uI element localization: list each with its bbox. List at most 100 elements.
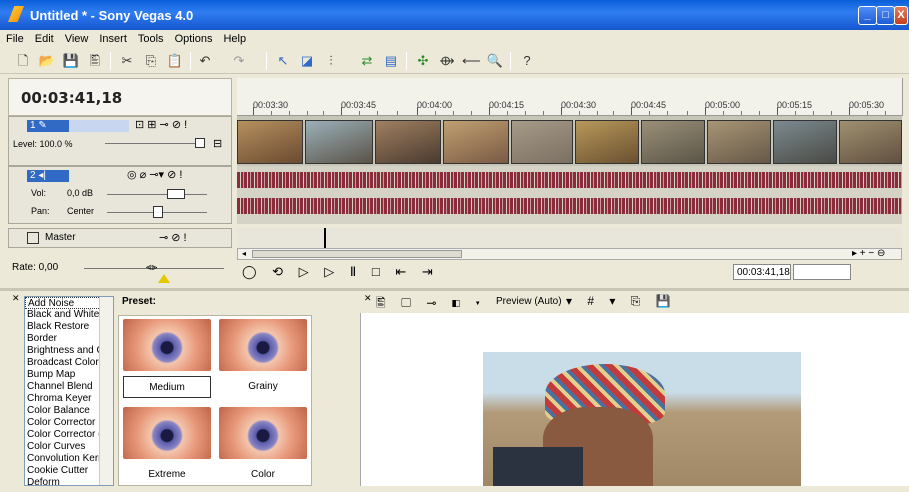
composite-mode-icon[interactable]: ⊟ xyxy=(213,137,222,150)
preview-quality-dropdown[interactable]: Preview (Auto) xyxy=(496,296,562,307)
master-fx-icon[interactable]: ⊸ ⊘ ! xyxy=(159,231,187,244)
preset-label: Extreme xyxy=(148,469,186,480)
ruler-label: 00:04:30 xyxy=(561,100,597,110)
video-thumbnail xyxy=(839,120,902,164)
scroll-left-icon[interactable]: ◂ xyxy=(238,249,250,259)
preset-grainy[interactable]: Grainy xyxy=(215,316,311,404)
preset-label: Color xyxy=(251,469,275,480)
new-file-icon[interactable]: 🗋 xyxy=(14,52,32,70)
edit-tool-icon[interactable]: ↖ xyxy=(274,52,292,70)
zoom-icon[interactable]: 🔍 xyxy=(486,52,504,70)
jacket xyxy=(493,447,583,486)
master-label: Master xyxy=(45,232,76,243)
preset-title: Preset: xyxy=(122,296,156,307)
transport-controls[interactable]: ◯ ⟲ ▷ ▷ Ⅱ □ ⇤ ⇥ xyxy=(242,264,439,280)
preset-color[interactable]: Color xyxy=(215,404,311,492)
envelope-tool-icon[interactable]: ◪ xyxy=(298,52,316,70)
timecode-display: 00:03:41,18 xyxy=(8,78,232,116)
track-fx-icon[interactable]: ◎ ⌀ ⊸▾ ⊘ ! xyxy=(127,168,182,181)
volume-slider-thumb[interactable] xyxy=(167,189,185,199)
preset-thumbnail xyxy=(219,319,307,371)
help-icon[interactable]: ? xyxy=(518,52,536,70)
pan-label: Pan: xyxy=(31,206,50,216)
panel-close-icon[interactable]: ✕ xyxy=(12,293,20,304)
copy-icon[interactable]: ⎘ xyxy=(142,52,160,70)
rate-label: Rate: 0,00 xyxy=(12,262,59,273)
video-thumbnail xyxy=(305,120,373,164)
menu-insert[interactable]: Insert xyxy=(93,30,132,45)
menu-options[interactable]: Options xyxy=(169,30,218,45)
window-title: Untitled * - Sony Vegas 4.0 xyxy=(30,8,194,23)
fx-list-scrollbar[interactable] xyxy=(99,297,113,485)
scroll-thumb[interactable] xyxy=(252,250,462,258)
pan-slider-thumb[interactable] xyxy=(153,206,163,218)
redo-icon[interactable]: ↷ xyxy=(230,52,248,70)
ruler-label: 00:03:30 xyxy=(253,100,289,110)
track-fx-icon[interactable]: ⊡ ⊞ ⊸ ⊘ ! xyxy=(135,118,187,131)
selection-length-field[interactable] xyxy=(793,264,851,280)
menu-file[interactable]: File xyxy=(0,30,29,45)
snapping-icon[interactable]: ⫶ xyxy=(322,52,340,70)
preset-thumbnail xyxy=(123,407,211,459)
video-track-header[interactable]: 1 ✎ ⊡ ⊞ ⊸ ⊘ ! Level: 100.0 % ⊟ xyxy=(8,116,232,166)
timeline-scrollbar[interactable]: ◂ xyxy=(237,248,902,260)
close-button[interactable]: X xyxy=(894,6,908,25)
video-thumbnail xyxy=(511,120,573,164)
level-slider-thumb[interactable] xyxy=(195,138,205,148)
track-level-label: Level: 100.0 % xyxy=(13,139,73,149)
cut-icon[interactable]: ✂ xyxy=(118,52,136,70)
ruler-label: 00:04:45 xyxy=(631,100,667,110)
ruler-label: 00:05:00 xyxy=(705,100,741,110)
preview-extra-icons[interactable]: ▾ # ▾ ⎘ 💾 xyxy=(566,294,677,309)
video-track-lane[interactable] xyxy=(237,116,902,166)
waveform-right xyxy=(237,198,902,214)
lock-envelopes-icon[interactable]: ▤ xyxy=(382,52,400,70)
properties-icon[interactable]: 🖺 xyxy=(86,52,104,70)
rate-slider-thumb[interactable]: ⫷⫸ xyxy=(146,262,160,274)
audio-track-lane[interactable] xyxy=(237,166,902,224)
preset-label: Grainy xyxy=(248,381,278,392)
paste-icon[interactable]: 📋 xyxy=(166,52,184,70)
preset-thumbnail xyxy=(123,319,211,371)
master-track-header[interactable]: Master ⊸ ⊘ ! xyxy=(8,228,232,248)
split-icon[interactable]: ✣ xyxy=(414,52,432,70)
pan-value: Center xyxy=(67,206,95,216)
save-icon[interactable]: 💾 xyxy=(62,52,80,70)
trim-start-icon[interactable]: ⟴ xyxy=(438,52,456,70)
video-thumbnail xyxy=(641,120,705,164)
autoripple-icon[interactable]: ⇄ xyxy=(358,52,376,70)
preview-tool-icons[interactable]: 🖺 ▢ ⊸ ◧ ▾ xyxy=(376,294,486,315)
open-file-icon[interactable]: 📂 xyxy=(38,52,56,70)
preset-thumbnail xyxy=(219,407,307,459)
ruler-label: 00:05:15 xyxy=(777,100,813,110)
menu-view[interactable]: View xyxy=(59,30,94,45)
undo-icon[interactable]: ↶ xyxy=(196,52,214,70)
zoom-controls[interactable]: ▸ + − ⊖ xyxy=(852,248,909,260)
preview-toolbar: ✕ 🖺 ▢ ⊸ ◧ ▾ Preview (Auto) ▾ # ▾ ⎘ 💾 xyxy=(360,291,909,313)
maximize-button[interactable]: □ xyxy=(876,6,895,25)
ruler-label: 00:05:30 xyxy=(849,100,885,110)
waveform-left xyxy=(237,172,902,188)
toolbar: 🗋 📂 💾 🖺 ✂ ⎘ 📋 ↶ ↷ ↖ ◪ ⫶ ⇄ ▤ ✣ ⟴ ⟵ 🔍 ? xyxy=(0,48,909,74)
preset-medium[interactable]: Medium xyxy=(119,316,215,404)
video-thumbnail xyxy=(773,120,837,164)
preset-extreme[interactable]: Extreme xyxy=(119,404,215,492)
trim-end-icon[interactable]: ⟵ xyxy=(462,52,481,70)
menu-help[interactable]: Help xyxy=(217,30,251,45)
video-preview-frame xyxy=(483,352,801,486)
audio-track-header[interactable]: 2 ◂| ◎ ⌀ ⊸▾ ⊘ ! Vol: 0,0 dB Pan: Center xyxy=(8,166,232,224)
video-thumbnail xyxy=(575,120,639,164)
vol-value: 0,0 dB xyxy=(67,188,94,198)
minimize-button[interactable]: _ xyxy=(858,6,877,25)
vol-label: Vol: xyxy=(31,188,47,198)
cursor-line xyxy=(324,228,326,248)
ruler-label: 00:03:45 xyxy=(341,100,377,110)
video-thumbnail xyxy=(443,120,509,164)
panel-close-icon[interactable]: ✕ xyxy=(364,293,372,304)
menu-tools[interactable]: Tools xyxy=(132,30,169,45)
menu-edit[interactable]: Edit xyxy=(29,30,59,45)
track-number: 2 ◂| xyxy=(27,170,69,182)
master-lane xyxy=(237,228,902,248)
timeline-ruler[interactable]: 00:03:30 00:03:45 00:04:00 00:04:15 00:0… xyxy=(237,78,902,116)
video-thumbnail xyxy=(707,120,771,164)
